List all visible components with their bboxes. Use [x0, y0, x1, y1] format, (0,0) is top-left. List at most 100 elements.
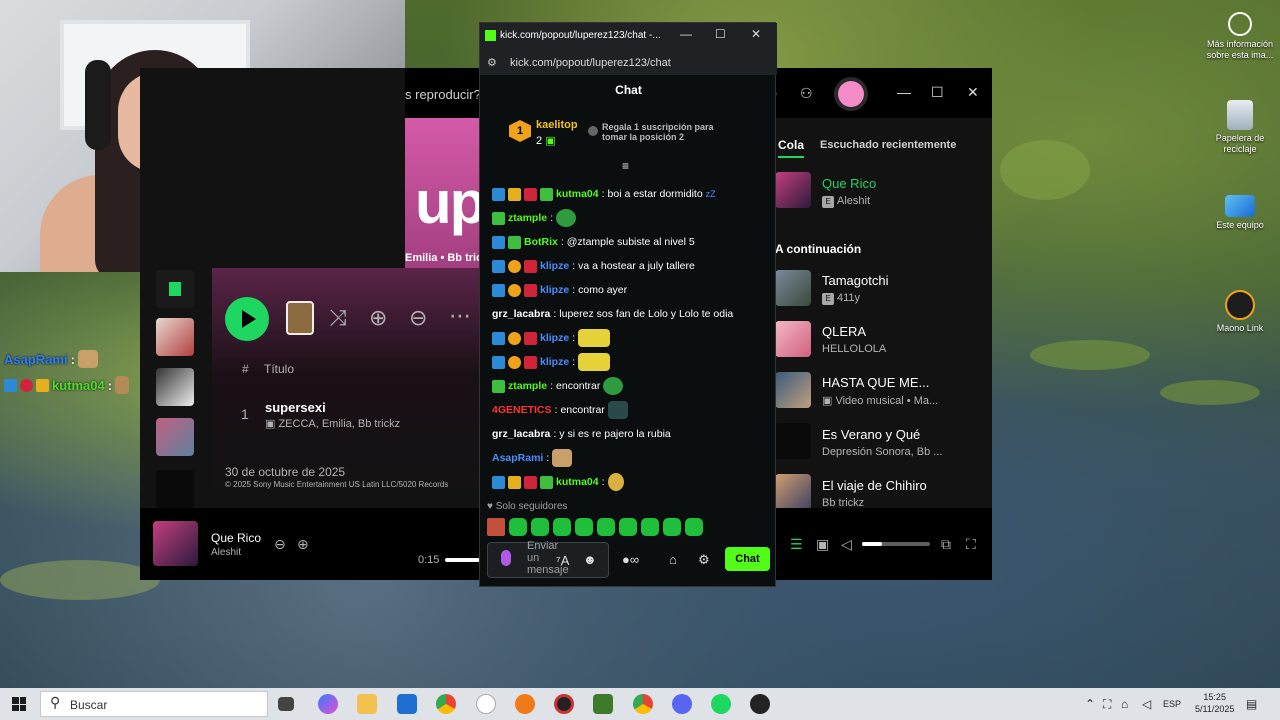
add-icon[interactable]: ⊕: [369, 305, 387, 331]
chat-username[interactable]: 4GENETICS: [492, 404, 552, 416]
infinity-icon[interactable]: ●∞: [622, 552, 639, 567]
file-explorer-icon[interactable]: [357, 694, 377, 714]
track-title[interactable]: supersexi: [265, 400, 326, 415]
queue-cover[interactable]: [775, 321, 811, 357]
library-item[interactable]: [156, 470, 194, 508]
tray-icon[interactable]: ⛶: [1103, 697, 1111, 712]
volume-icon[interactable]: ◁: [841, 536, 852, 553]
chat-username[interactable]: kutma04: [556, 476, 599, 488]
emote-icon[interactable]: [685, 518, 703, 536]
language-indicator[interactable]: ESP: [1163, 699, 1181, 709]
start-icon[interactable]: [12, 697, 26, 711]
queue-cover[interactable]: [775, 172, 811, 208]
queue-cover[interactable]: [775, 372, 811, 408]
chat-username[interactable]: grz_lacabra: [492, 308, 550, 320]
now-playing-title[interactable]: Que Rico: [211, 531, 261, 545]
download-icon[interactable]: ⊖: [409, 305, 427, 331]
emote-icon[interactable]: [531, 518, 549, 536]
maximize-icon[interactable]: ☐: [715, 27, 726, 41]
gift-prompt[interactable]: Regala 1 suscripción para tomar la posic…: [602, 122, 732, 142]
chat-username[interactable]: ztample: [508, 212, 547, 224]
friends-icon[interactable]: ⚇: [800, 85, 813, 102]
queue-item-title[interactable]: Tamagotchi: [822, 273, 888, 288]
discord-icon[interactable]: [672, 694, 692, 714]
track-artists[interactable]: ▣ ZECCA, Emilia, Bb trickz: [265, 417, 400, 430]
emote-icon[interactable]: [619, 518, 637, 536]
library-item[interactable]: [156, 318, 194, 356]
chrome-icon[interactable]: [436, 694, 456, 714]
queue-item-title[interactable]: El viaje de Chihiro: [822, 478, 927, 493]
queue-item-title[interactable]: QLERA: [822, 324, 866, 339]
queue-current-title[interactable]: Que Rico: [822, 176, 876, 191]
chat-username[interactable]: klipze: [540, 332, 569, 344]
queue-item-title[interactable]: HASTA QUE ME...: [822, 375, 929, 390]
emote-icon[interactable]: [663, 518, 681, 536]
emoji-icon[interactable]: ☻: [583, 552, 597, 567]
queue-cover[interactable]: [775, 270, 811, 306]
library-item[interactable]: [156, 368, 194, 406]
close-icon[interactable]: ✕: [751, 27, 761, 41]
notifications-icon[interactable]: ▤: [1246, 697, 1257, 711]
word-icon[interactable]: [476, 694, 496, 714]
copilot-icon[interactable]: [318, 694, 338, 714]
emote-icon[interactable]: [509, 518, 527, 536]
queue-item-artist[interactable]: ▣ Video musical • Ma...: [822, 394, 938, 407]
chat-username[interactable]: kutma04: [556, 188, 599, 200]
obs-icon[interactable]: [750, 694, 770, 714]
chat-username[interactable]: klipze: [540, 260, 569, 272]
tab-recent[interactable]: Escuchado recientemente: [820, 139, 956, 151]
add-to-playlist-icon[interactable]: ⊕: [297, 536, 309, 553]
tab-queue[interactable]: Cola: [778, 138, 805, 158]
close-icon[interactable]: ✕: [967, 84, 979, 101]
more-icon[interactable]: ⋯: [449, 303, 471, 329]
desktop-icon-maono[interactable]: Maono Link: [1205, 290, 1275, 334]
translate-icon[interactable]: ⁷A: [556, 553, 569, 568]
clock[interactable]: 15:25 5/11/2025: [1195, 691, 1234, 715]
minimize-icon[interactable]: —: [680, 27, 692, 41]
queue-cover[interactable]: [775, 474, 811, 510]
miniplayer-icon[interactable]: ⧉: [941, 536, 951, 553]
play-button[interactable]: [225, 297, 269, 341]
library-item[interactable]: [156, 418, 194, 456]
settings-icon[interactable]: ⚙: [698, 552, 710, 568]
send-chat-button[interactable]: Chat: [725, 547, 770, 571]
chrome-icon[interactable]: [633, 694, 653, 714]
fullscreen-icon[interactable]: ⛶: [966, 536, 976, 553]
media-icon[interactable]: [554, 694, 574, 714]
queue-current-artist[interactable]: E Aleshit: [822, 195, 870, 208]
album-thumb[interactable]: [286, 301, 314, 335]
shuffle-icon[interactable]: ⤨: [329, 305, 347, 331]
collapse-icon[interactable]: ≡: [622, 159, 629, 173]
chat-username[interactable]: ztample: [508, 380, 547, 392]
queue-item-artist[interactable]: Depresión Sonora, Bb ...: [822, 446, 942, 458]
top-gifter-name[interactable]: kaelitop: [536, 119, 578, 131]
chat-username[interactable]: grz_lacabra: [492, 428, 550, 440]
mic-icon[interactable]: [501, 550, 511, 566]
taskbar-search-label[interactable]: Buscar: [70, 698, 107, 712]
desktop-icon-info[interactable]: Más información sobre esta ima...: [1205, 12, 1275, 61]
avatar[interactable]: [838, 81, 864, 107]
queue-item-artist[interactable]: E 411y: [822, 292, 860, 305]
emote-icon[interactable]: [553, 518, 571, 536]
queue-item-artist[interactable]: HELLOLOLA: [822, 343, 886, 355]
search-input[interactable]: s reproducir?: [405, 87, 481, 102]
queue-item-title[interactable]: Es Verano y Qué: [822, 427, 920, 442]
progress-bar[interactable]: [445, 558, 480, 562]
connect-device-icon[interactable]: ▣: [816, 536, 829, 553]
chat-username[interactable]: klipze: [540, 356, 569, 368]
minimize-icon[interactable]: —: [897, 84, 911, 100]
library-bookmark-icon[interactable]: [156, 270, 194, 308]
app-icon[interactable]: [515, 694, 535, 714]
emote-icon[interactable]: [575, 518, 593, 536]
desktop-icon-recycle-bin[interactable]: Papelera de reciclaje: [1205, 100, 1275, 155]
emote-icon[interactable]: [487, 518, 505, 536]
volume-icon[interactable]: ◁: [1142, 697, 1151, 711]
remove-icon[interactable]: ⊖: [274, 536, 286, 553]
emote-icon[interactable]: [597, 518, 615, 536]
now-playing-artist[interactable]: Aleshit: [211, 547, 241, 558]
queue-icon[interactable]: ☰: [790, 536, 803, 553]
maximize-icon[interactable]: ☐: [931, 84, 944, 101]
tray-chevron-icon[interactable]: ⌃: [1085, 697, 1095, 711]
desktop-icon-this-pc[interactable]: Este equipo: [1205, 195, 1275, 231]
spotify-icon[interactable]: [711, 694, 731, 714]
